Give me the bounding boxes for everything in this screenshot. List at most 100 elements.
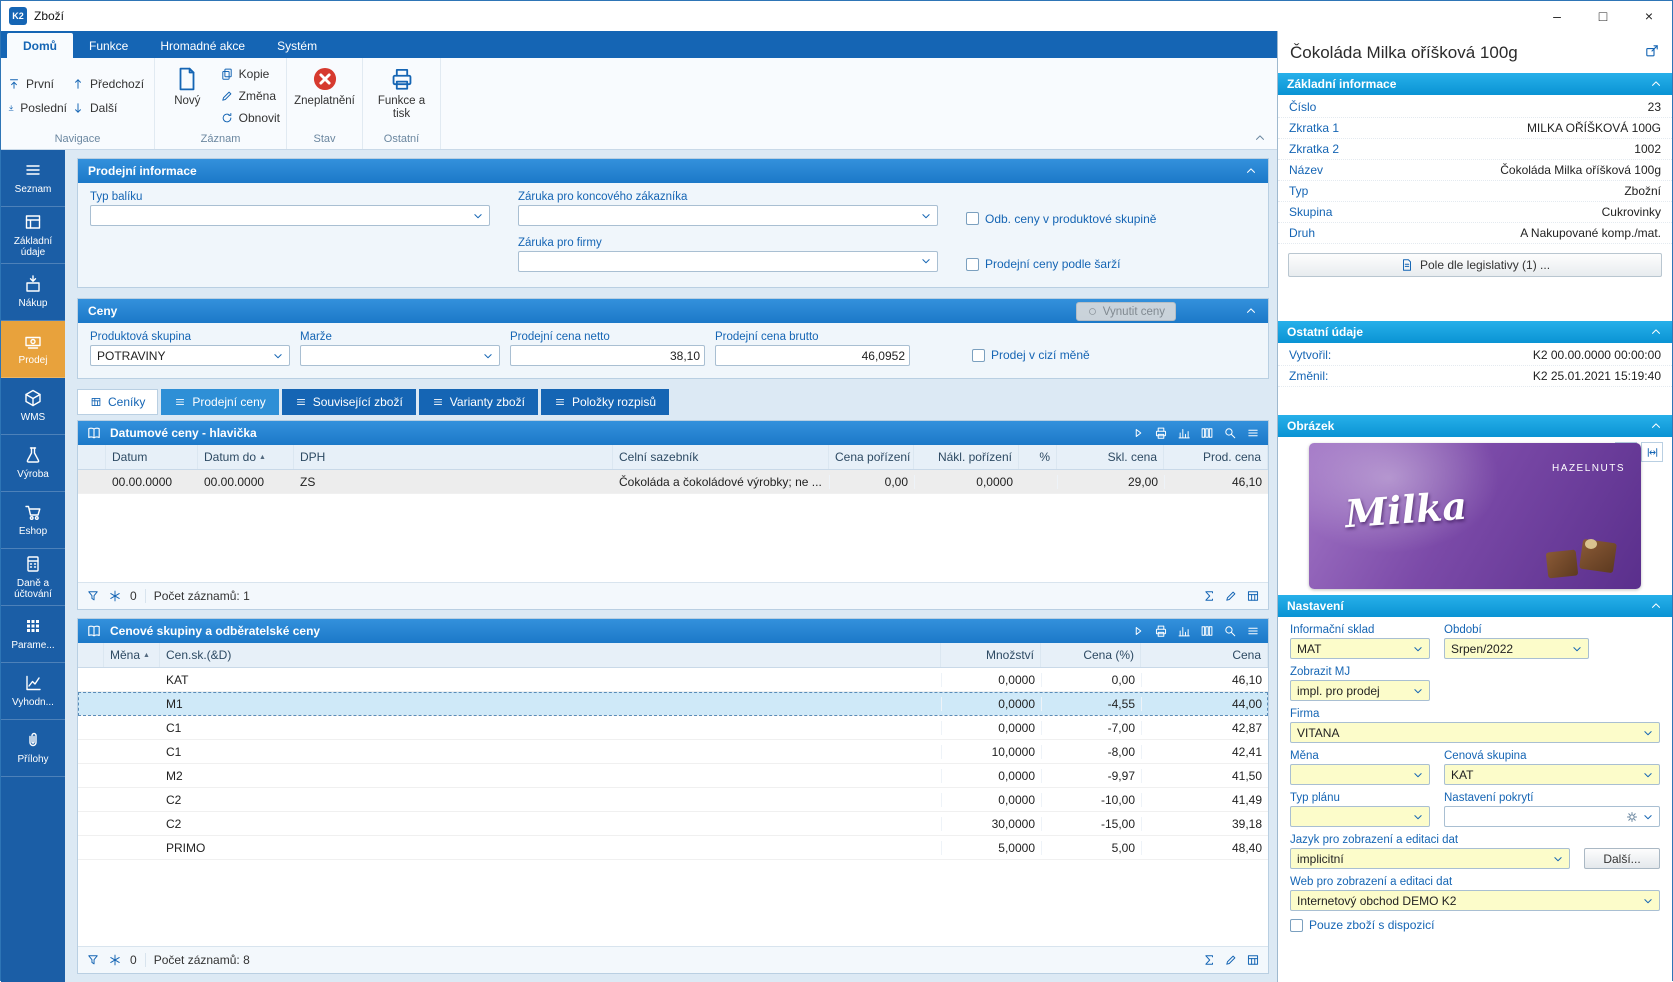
- collapse-prices-icon[interactable]: [1244, 304, 1258, 318]
- sidebar-item-dane-a-uctovani[interactable]: Daně a účtování: [1, 549, 65, 606]
- sidebar-item-parame[interactable]: Parame...: [1, 606, 65, 663]
- play-icon[interactable]: [1131, 624, 1145, 638]
- grid-edit-icon[interactable]: [1246, 589, 1260, 603]
- copy-button[interactable]: Kopie: [218, 66, 282, 82]
- column-header-cena[interactable]: Cena (%): [1041, 643, 1141, 667]
- play-icon[interactable]: [1131, 426, 1145, 440]
- fit-image-button[interactable]: [1641, 442, 1663, 462]
- period-select[interactable]: Srpen/2022: [1444, 638, 1589, 659]
- checkbox-disposition[interactable]: Pouze zboží s dispozicí: [1290, 918, 1660, 932]
- collapse-other-info-icon[interactable]: [1649, 325, 1663, 339]
- price-group-select[interactable]: KAT: [1444, 764, 1660, 785]
- table-row[interactable]: C20,0000-10,0041,49: [78, 788, 1268, 812]
- next-button[interactable]: Další: [69, 100, 153, 116]
- filter-icon[interactable]: [86, 589, 100, 603]
- ribbon-tab-system[interactable]: Systém: [261, 33, 333, 58]
- invalidate-button[interactable]: Zneplatnění: [295, 61, 355, 131]
- chart-icon[interactable]: [1177, 426, 1191, 440]
- sidebar-item-prodej[interactable]: Prodej: [1, 321, 65, 378]
- edit-record-icon[interactable]: [1224, 589, 1238, 603]
- more-button[interactable]: Další...: [1584, 848, 1660, 869]
- zoom-icon[interactable]: [1223, 624, 1237, 638]
- print-icon[interactable]: [1154, 624, 1168, 638]
- column-header-dph[interactable]: DPH: [294, 445, 613, 469]
- menu-icon[interactable]: [1246, 624, 1260, 638]
- checkbox-foreign-currency[interactable]: Prodej v cizí měně: [972, 348, 1090, 362]
- column-header-cen-sk-d[interactable]: Cen.sk.(&D): [160, 643, 941, 667]
- asterisk-filter-icon[interactable]: [108, 953, 122, 967]
- zoom-icon[interactable]: [1223, 426, 1237, 440]
- column-header-blank[interactable]: [78, 643, 104, 667]
- close-button[interactable]: ×: [1626, 1, 1672, 31]
- company-select[interactable]: VITANA: [1290, 722, 1660, 743]
- asterisk-filter-icon[interactable]: [108, 589, 122, 603]
- minimize-button[interactable]: –: [1534, 1, 1580, 31]
- collapse-image-icon[interactable]: [1649, 419, 1663, 433]
- ribbon-tab-hromadne-akce[interactable]: Hromadné akce: [144, 33, 261, 58]
- column-header-celni-sazebnik[interactable]: Celní sazebník: [613, 445, 829, 469]
- coverage-settings-select[interactable]: [1444, 806, 1660, 827]
- menu-icon[interactable]: [1246, 426, 1260, 440]
- table-row[interactable]: KAT0,00000,0046,10: [78, 668, 1268, 692]
- functions-print-button[interactable]: Funkce a tisk: [372, 61, 432, 131]
- table-row[interactable]: PRIMO5,00005,0048,40: [78, 836, 1268, 860]
- legislation-fields-button[interactable]: Pole dle legislativy (1) ...: [1288, 253, 1662, 277]
- sidebar-item-vyroba[interactable]: Výroba: [1, 435, 65, 492]
- collapse-settings-icon[interactable]: [1649, 599, 1663, 613]
- plan-type-select[interactable]: [1290, 806, 1430, 827]
- currency-select[interactable]: [1290, 764, 1430, 785]
- last-button[interactable]: Poslední: [5, 100, 69, 116]
- warranty-customer-select[interactable]: [518, 205, 938, 226]
- table-row[interactable]: C10,0000-7,0042,87: [78, 716, 1268, 740]
- gross-price-input[interactable]: 46,0952: [715, 345, 910, 366]
- web-select[interactable]: Internetový obchod DEMO K2: [1290, 890, 1660, 911]
- table-row[interactable]: C110,0000-8,0042,41: [78, 740, 1268, 764]
- sidebar-item-nakup[interactable]: Nákup: [1, 264, 65, 321]
- columns-icon[interactable]: [1200, 426, 1214, 440]
- info-warehouse-select[interactable]: MAT: [1290, 638, 1430, 659]
- tab-prodejni-ceny[interactable]: Prodejní ceny: [161, 389, 278, 415]
- margin-select[interactable]: [300, 345, 500, 366]
- sidebar-item-vyhodn[interactable]: Vyhodn...: [1, 663, 65, 720]
- column-header-blank[interactable]: %: [1019, 445, 1057, 469]
- table-row[interactable]: C230,0000-15,0039,18: [78, 812, 1268, 836]
- ribbon-tab-domu[interactable]: Domů: [7, 33, 73, 58]
- column-header-skl-cena[interactable]: Skl. cena: [1057, 445, 1164, 469]
- first-button[interactable]: První: [5, 76, 69, 92]
- sidebar-item-zakladni-udaje[interactable]: Základní údaje: [1, 207, 65, 264]
- edit-record-icon[interactable]: [1224, 953, 1238, 967]
- tab-polozky-rozpisu[interactable]: Položky rozpisů: [541, 389, 669, 415]
- sidebar-item-eshop[interactable]: Eshop: [1, 492, 65, 549]
- open-record-icon[interactable]: [1644, 43, 1660, 59]
- column-header-cena-porizeni[interactable]: Cena pořízení: [829, 445, 914, 469]
- filter-icon[interactable]: [86, 953, 100, 967]
- change-button[interactable]: Změna: [218, 88, 282, 104]
- grid-edit-icon[interactable]: [1246, 953, 1260, 967]
- tab-varianty-zbozi[interactable]: Varianty zboží: [419, 389, 538, 415]
- ribbon-collapse-button[interactable]: [1253, 131, 1267, 145]
- column-header-nakl-porizeni[interactable]: Nákl. pořízení: [914, 445, 1019, 469]
- table-row[interactable]: M20,0000-9,9741,50: [78, 764, 1268, 788]
- collapse-basic-info-icon[interactable]: [1649, 77, 1663, 91]
- maximize-button[interactable]: □: [1580, 1, 1626, 31]
- table-row[interactable]: 00.00.000000.00.0000ZSČokoláda a čokolád…: [78, 470, 1268, 494]
- sidebar-item-seznam[interactable]: Seznam: [1, 150, 65, 207]
- display-unit-select[interactable]: impl. pro prodej: [1290, 680, 1430, 701]
- package-type-select[interactable]: [90, 205, 490, 226]
- sum-icon[interactable]: [1202, 589, 1216, 603]
- language-select[interactable]: implicitní: [1290, 848, 1570, 869]
- columns-icon[interactable]: [1200, 624, 1214, 638]
- warranty-companies-select[interactable]: [518, 251, 938, 272]
- column-header-datum-do[interactable]: Datum do▲: [198, 445, 294, 469]
- chart-icon[interactable]: [1177, 624, 1191, 638]
- tab-ceniky[interactable]: Ceníky: [77, 389, 158, 415]
- column-header-prod-cena[interactable]: Prod. cena: [1164, 445, 1268, 469]
- table-row[interactable]: M10,0000-4,5544,00: [78, 692, 1268, 716]
- column-header-blank[interactable]: [78, 445, 106, 469]
- new-button[interactable]: Nový: [159, 61, 216, 131]
- collapse-sales-info-icon[interactable]: [1244, 164, 1258, 178]
- previous-button[interactable]: Předchozí: [69, 76, 153, 92]
- column-header-datum[interactable]: Datum: [106, 445, 198, 469]
- net-price-input[interactable]: 38,10: [510, 345, 705, 366]
- tab-souvisejici-zbozi[interactable]: Související zboží: [282, 389, 416, 415]
